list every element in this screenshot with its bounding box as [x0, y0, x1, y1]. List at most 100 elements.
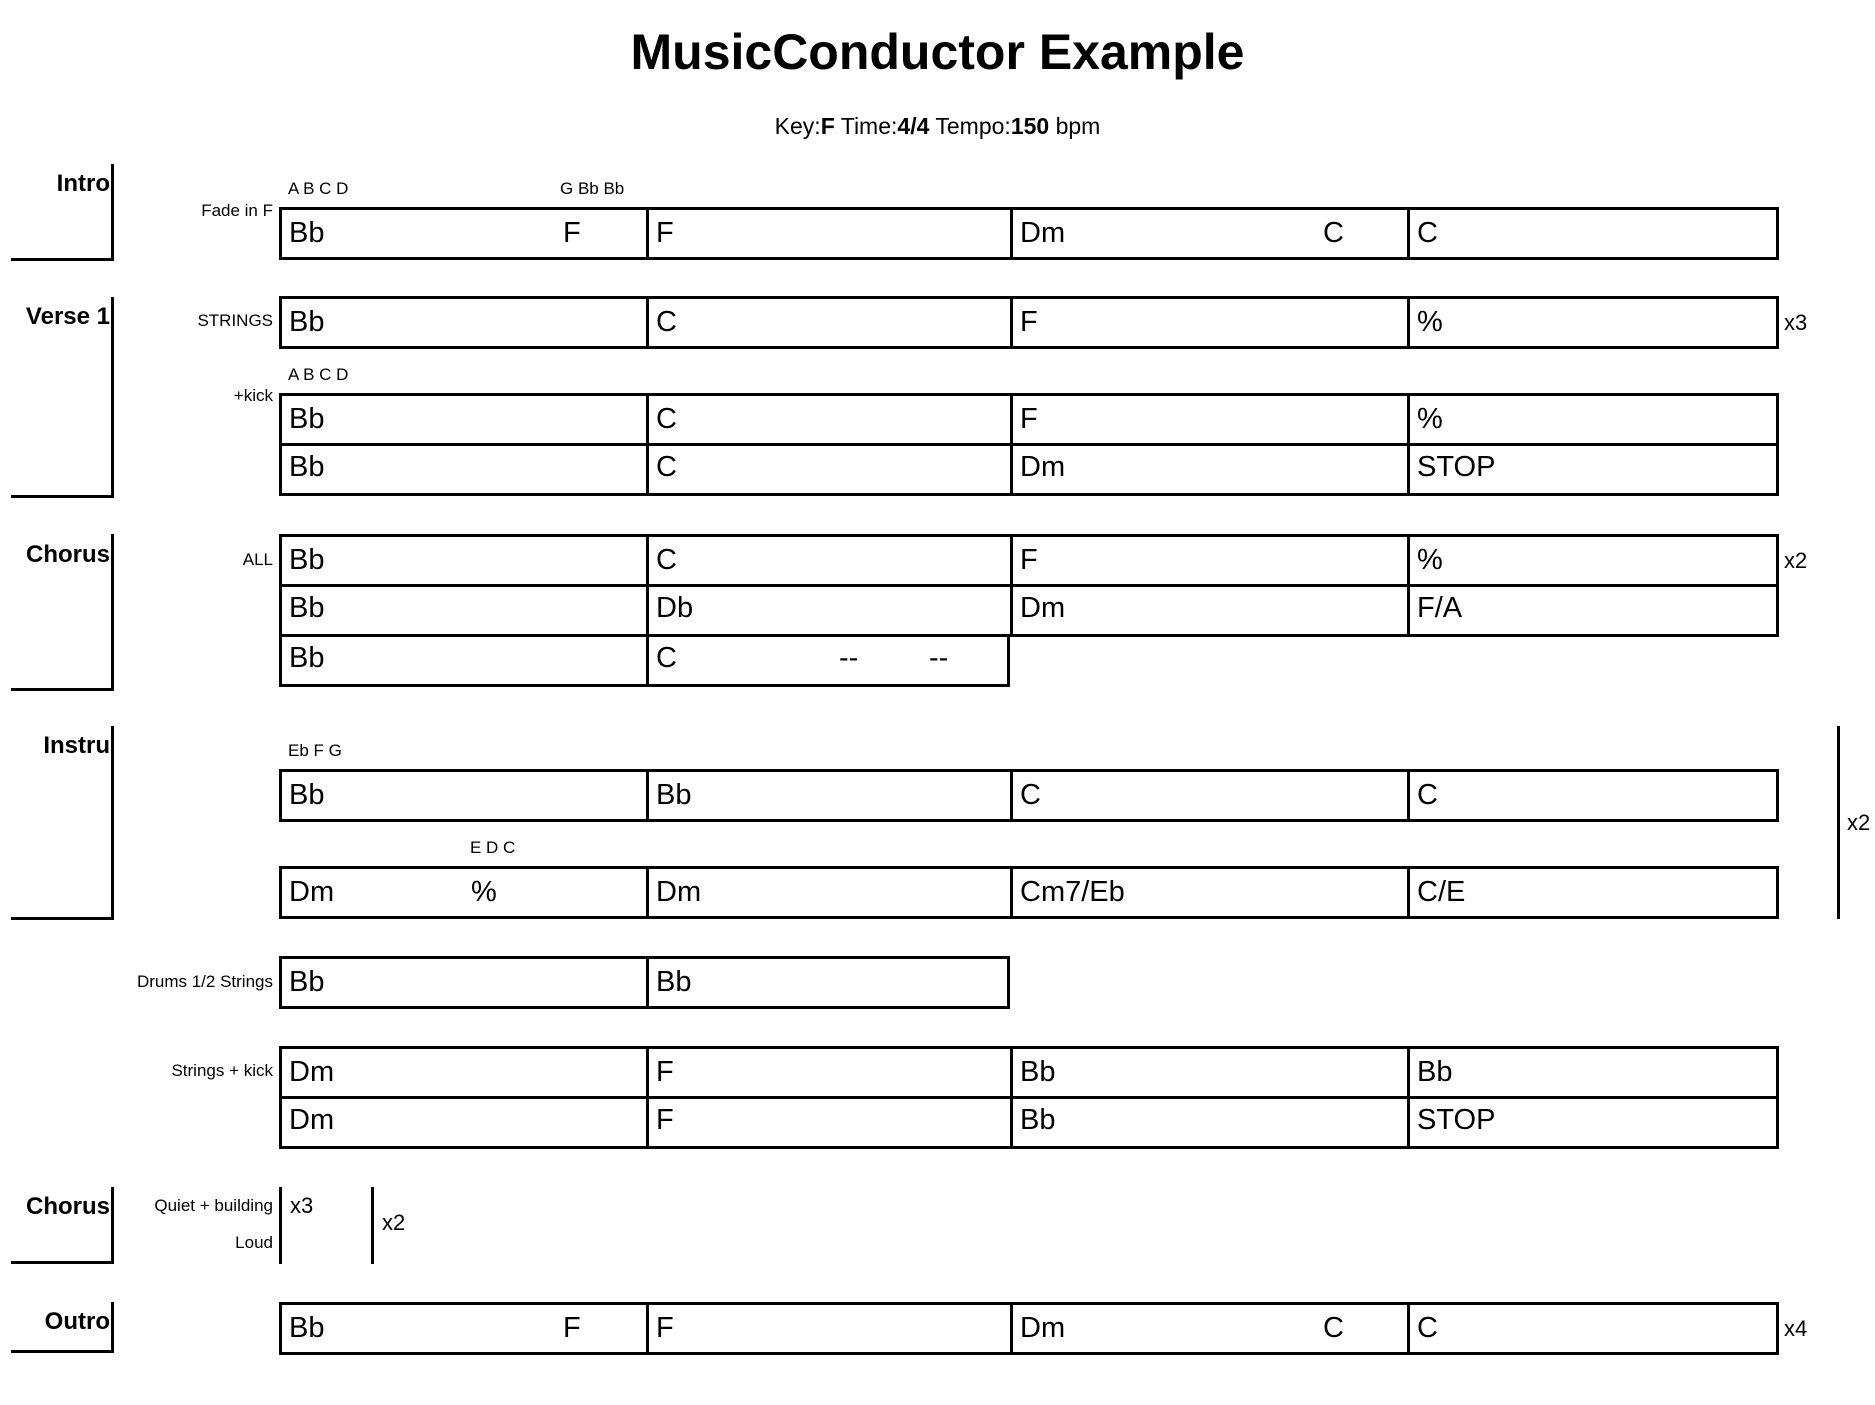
- page-title: MusicConductor Example: [630, 24, 1245, 80]
- repeat-count: x2: [1847, 810, 1871, 835]
- chord: C: [656, 403, 677, 435]
- tempo-label: Tempo:: [935, 113, 1011, 139]
- bar: Bb: [282, 446, 646, 493]
- section-bracket: [111, 1302, 114, 1353]
- section-underline: [11, 688, 114, 691]
- bar: C: [646, 537, 1010, 584]
- chord: Bb: [1020, 1056, 1056, 1088]
- bar: Dm C: [1010, 1305, 1407, 1352]
- chord-row-intro: Bb F F Dm C C: [279, 207, 1779, 260]
- bar: C: [1407, 210, 1776, 257]
- section-bracket: [111, 1187, 114, 1264]
- chord: Bb: [289, 451, 325, 483]
- chord-row-verse-kick: Bb C F %: [279, 393, 1779, 446]
- bar: C: [1407, 772, 1776, 819]
- key-value: F: [820, 113, 835, 139]
- bar: Dm: [282, 1049, 646, 1096]
- chord: F: [656, 217, 674, 249]
- chord: %: [1417, 306, 1443, 338]
- bar: F: [646, 1049, 1010, 1096]
- section-bracket: [111, 726, 114, 920]
- annotation: A B C D: [288, 365, 349, 384]
- bar: %: [1407, 299, 1776, 346]
- chord: STOP: [1417, 1104, 1496, 1136]
- repeat-bracket: [371, 1187, 374, 1264]
- bar: C: [646, 299, 1010, 346]
- bar: F: [646, 1099, 1010, 1146]
- row-label-quiet: Quiet + building: [154, 1196, 273, 1215]
- bar: Bb F: [282, 210, 646, 257]
- time-label: Time:: [840, 113, 898, 139]
- bar: Bb: [282, 299, 646, 346]
- section-underline: [11, 1350, 114, 1353]
- chord: C: [656, 306, 677, 338]
- annotation: G Bb Bb: [560, 179, 625, 198]
- annotation: A B C D: [288, 179, 349, 198]
- row-label-loud: Loud: [235, 1233, 273, 1252]
- chord: Dm: [289, 1104, 335, 1136]
- repeat-count: x3: [290, 1193, 314, 1218]
- bar: Bb: [282, 959, 646, 1006]
- chord: C: [1417, 217, 1438, 249]
- bar: F: [1010, 299, 1407, 346]
- chord: Bb: [656, 779, 692, 811]
- chord: Dm: [1020, 451, 1066, 483]
- section-underline: [11, 917, 114, 920]
- bar: Dm: [1010, 446, 1407, 493]
- chord: F: [656, 1312, 674, 1344]
- bar: C: [646, 396, 1010, 443]
- chord: F/A: [1417, 592, 1463, 624]
- chord-row-verse-stop: Bb C Dm STOP: [279, 446, 1779, 496]
- row-label-strings: STRINGS: [197, 311, 273, 330]
- section-label-outro: Outro: [44, 1308, 110, 1335]
- section-bracket: [111, 297, 114, 498]
- bar: %: [1407, 537, 1776, 584]
- bar: %: [1407, 396, 1776, 443]
- chord: F: [656, 1056, 674, 1088]
- bar: C -- --: [646, 637, 1007, 684]
- chord: Bb: [289, 966, 325, 998]
- annotation: E D C: [470, 838, 516, 857]
- chord: Cm7/Eb: [1020, 876, 1125, 908]
- chord: %: [1417, 403, 1443, 435]
- bar: STOP: [1407, 446, 1776, 493]
- bar: F: [646, 1305, 1010, 1352]
- chord: Bb: [1020, 1104, 1056, 1136]
- chord: C: [1417, 1312, 1438, 1344]
- chord: Bb: [289, 403, 325, 435]
- bar: Bb: [646, 959, 1007, 1006]
- bar: Bb F: [282, 1305, 646, 1352]
- section-underline: [11, 1261, 114, 1264]
- chord-row-verse-strings: Bb C F %: [279, 296, 1779, 349]
- chord: %: [471, 876, 497, 908]
- bar: Dm: [1010, 587, 1407, 634]
- bar: F: [646, 210, 1010, 257]
- bar: Bb: [1010, 1049, 1407, 1096]
- bar: Bb: [282, 396, 646, 443]
- chord: Dm: [289, 876, 335, 908]
- song-meta: Key:F Time:4/4 Tempo:150 bpm: [0, 112, 1875, 140]
- chord: Bb: [289, 592, 325, 624]
- chord: Bb: [289, 306, 325, 338]
- chord: F: [656, 1104, 674, 1136]
- chord-row-strings-kick-1: Dm F Bb Bb: [279, 1046, 1779, 1099]
- bar: Dm: [282, 1099, 646, 1146]
- chord: F: [1020, 403, 1038, 435]
- chord: F: [563, 1312, 581, 1344]
- section-label-intro: Intro: [56, 170, 110, 197]
- section-underline: [11, 495, 114, 498]
- chord-row-chorus-3: Bb C -- --: [279, 637, 1010, 687]
- repeat-count: x2: [382, 1210, 406, 1235]
- chord: Bb: [289, 642, 325, 674]
- bar: Bb: [1010, 1099, 1407, 1146]
- chord-row-drums: Bb Bb: [279, 956, 1010, 1009]
- bar: Dm C: [1010, 210, 1407, 257]
- bar: F: [1010, 537, 1407, 584]
- bar: F: [1010, 396, 1407, 443]
- chord: C: [656, 544, 677, 576]
- bar: Bb: [646, 772, 1010, 819]
- row-label-drums: Drums 1/2 Strings: [136, 972, 273, 991]
- chord: Bb: [656, 966, 692, 998]
- chord: Dm: [289, 1056, 335, 1088]
- chord: C: [1323, 1312, 1344, 1344]
